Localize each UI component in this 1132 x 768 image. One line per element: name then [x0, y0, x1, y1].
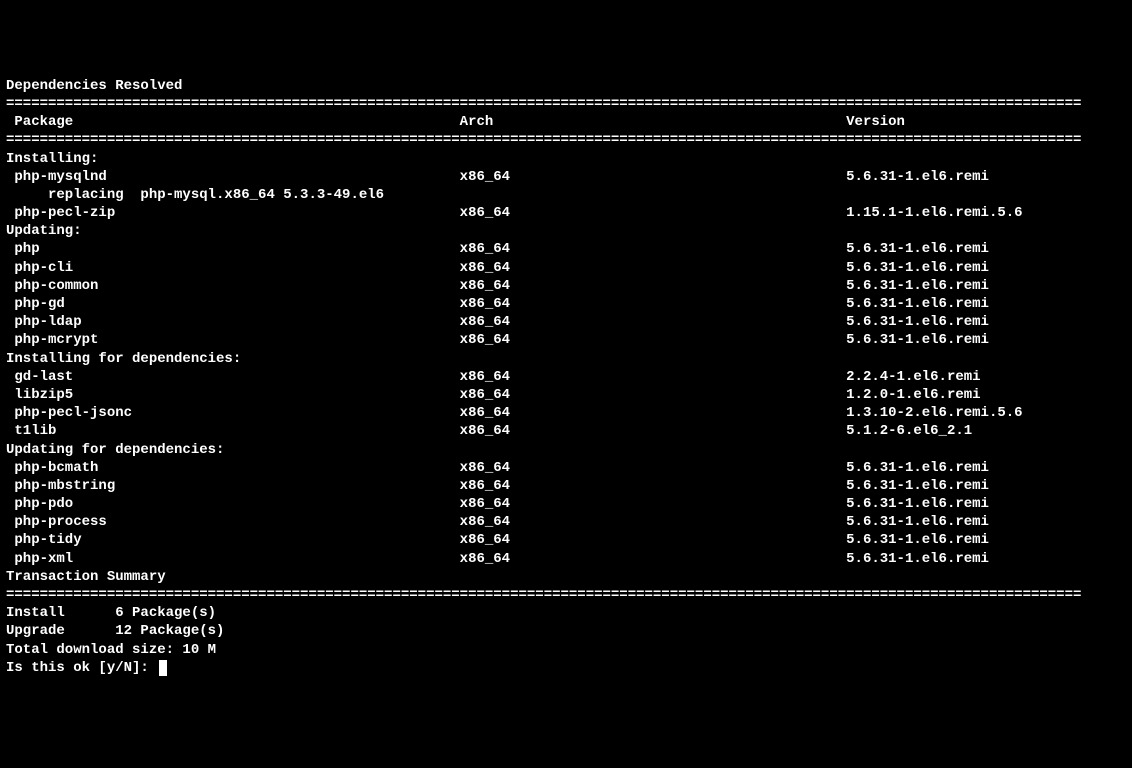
terminal-line: php x86_64 5.6.31-1.el6.remi	[6, 240, 1126, 258]
prompt-text: Is this ok [y/N]:	[6, 660, 157, 676]
terminal-line: php-gd x86_64 5.6.31-1.el6.remi	[6, 295, 1126, 313]
terminal-line: Dependencies Resolved	[6, 77, 1126, 95]
terminal-line: ========================================…	[6, 95, 1126, 113]
confirm-prompt[interactable]: Is this ok [y/N]:	[6, 659, 1126, 677]
terminal-line: Updating:	[6, 222, 1126, 240]
terminal-line: php-mysqlnd x86_64 5.6.31-1.el6.remi	[6, 168, 1126, 186]
terminal-line: replacing php-mysql.x86_64 5.3.3-49.el6	[6, 186, 1126, 204]
terminal-line: php-process x86_64 5.6.31-1.el6.remi	[6, 513, 1126, 531]
cursor-icon	[159, 660, 167, 676]
terminal-line: Installing for dependencies:	[6, 350, 1126, 368]
terminal-output: Dependencies Resolved===================…	[6, 77, 1126, 677]
terminal-line: Updating for dependencies:	[6, 441, 1126, 459]
terminal-line: php-ldap x86_64 5.6.31-1.el6.remi	[6, 313, 1126, 331]
terminal-line: Install 6 Package(s)	[6, 604, 1126, 622]
terminal-line: libzip5 x86_64 1.2.0-1.el6.remi	[6, 386, 1126, 404]
terminal-line: php-xml x86_64 5.6.31-1.el6.remi	[6, 550, 1126, 568]
terminal-line: php-pecl-zip x86_64 1.15.1-1.el6.remi.5.…	[6, 204, 1126, 222]
terminal-line: Installing:	[6, 150, 1126, 168]
terminal-line: php-mcrypt x86_64 5.6.31-1.el6.remi	[6, 331, 1126, 349]
terminal-line: php-cli x86_64 5.6.31-1.el6.remi	[6, 259, 1126, 277]
terminal-line: php-pdo x86_64 5.6.31-1.el6.remi	[6, 495, 1126, 513]
terminal-line: Upgrade 12 Package(s)	[6, 622, 1126, 640]
terminal-line: php-bcmath x86_64 5.6.31-1.el6.remi	[6, 459, 1126, 477]
terminal-line: Package Arch Version	[6, 113, 1126, 131]
terminal-line: php-common x86_64 5.6.31-1.el6.remi	[6, 277, 1126, 295]
terminal-line: php-mbstring x86_64 5.6.31-1.el6.remi	[6, 477, 1126, 495]
terminal-line: php-pecl-jsonc x86_64 1.3.10-2.el6.remi.…	[6, 404, 1126, 422]
terminal-line: ========================================…	[6, 131, 1126, 149]
terminal-line: gd-last x86_64 2.2.4-1.el6.remi	[6, 368, 1126, 386]
terminal-line: php-tidy x86_64 5.6.31-1.el6.remi	[6, 531, 1126, 549]
terminal-line: t1lib x86_64 5.1.2-6.el6_2.1	[6, 422, 1126, 440]
terminal-line: Total download size: 10 M	[6, 641, 1126, 659]
terminal-line: Transaction Summary	[6, 568, 1126, 586]
terminal-line: ========================================…	[6, 586, 1126, 604]
